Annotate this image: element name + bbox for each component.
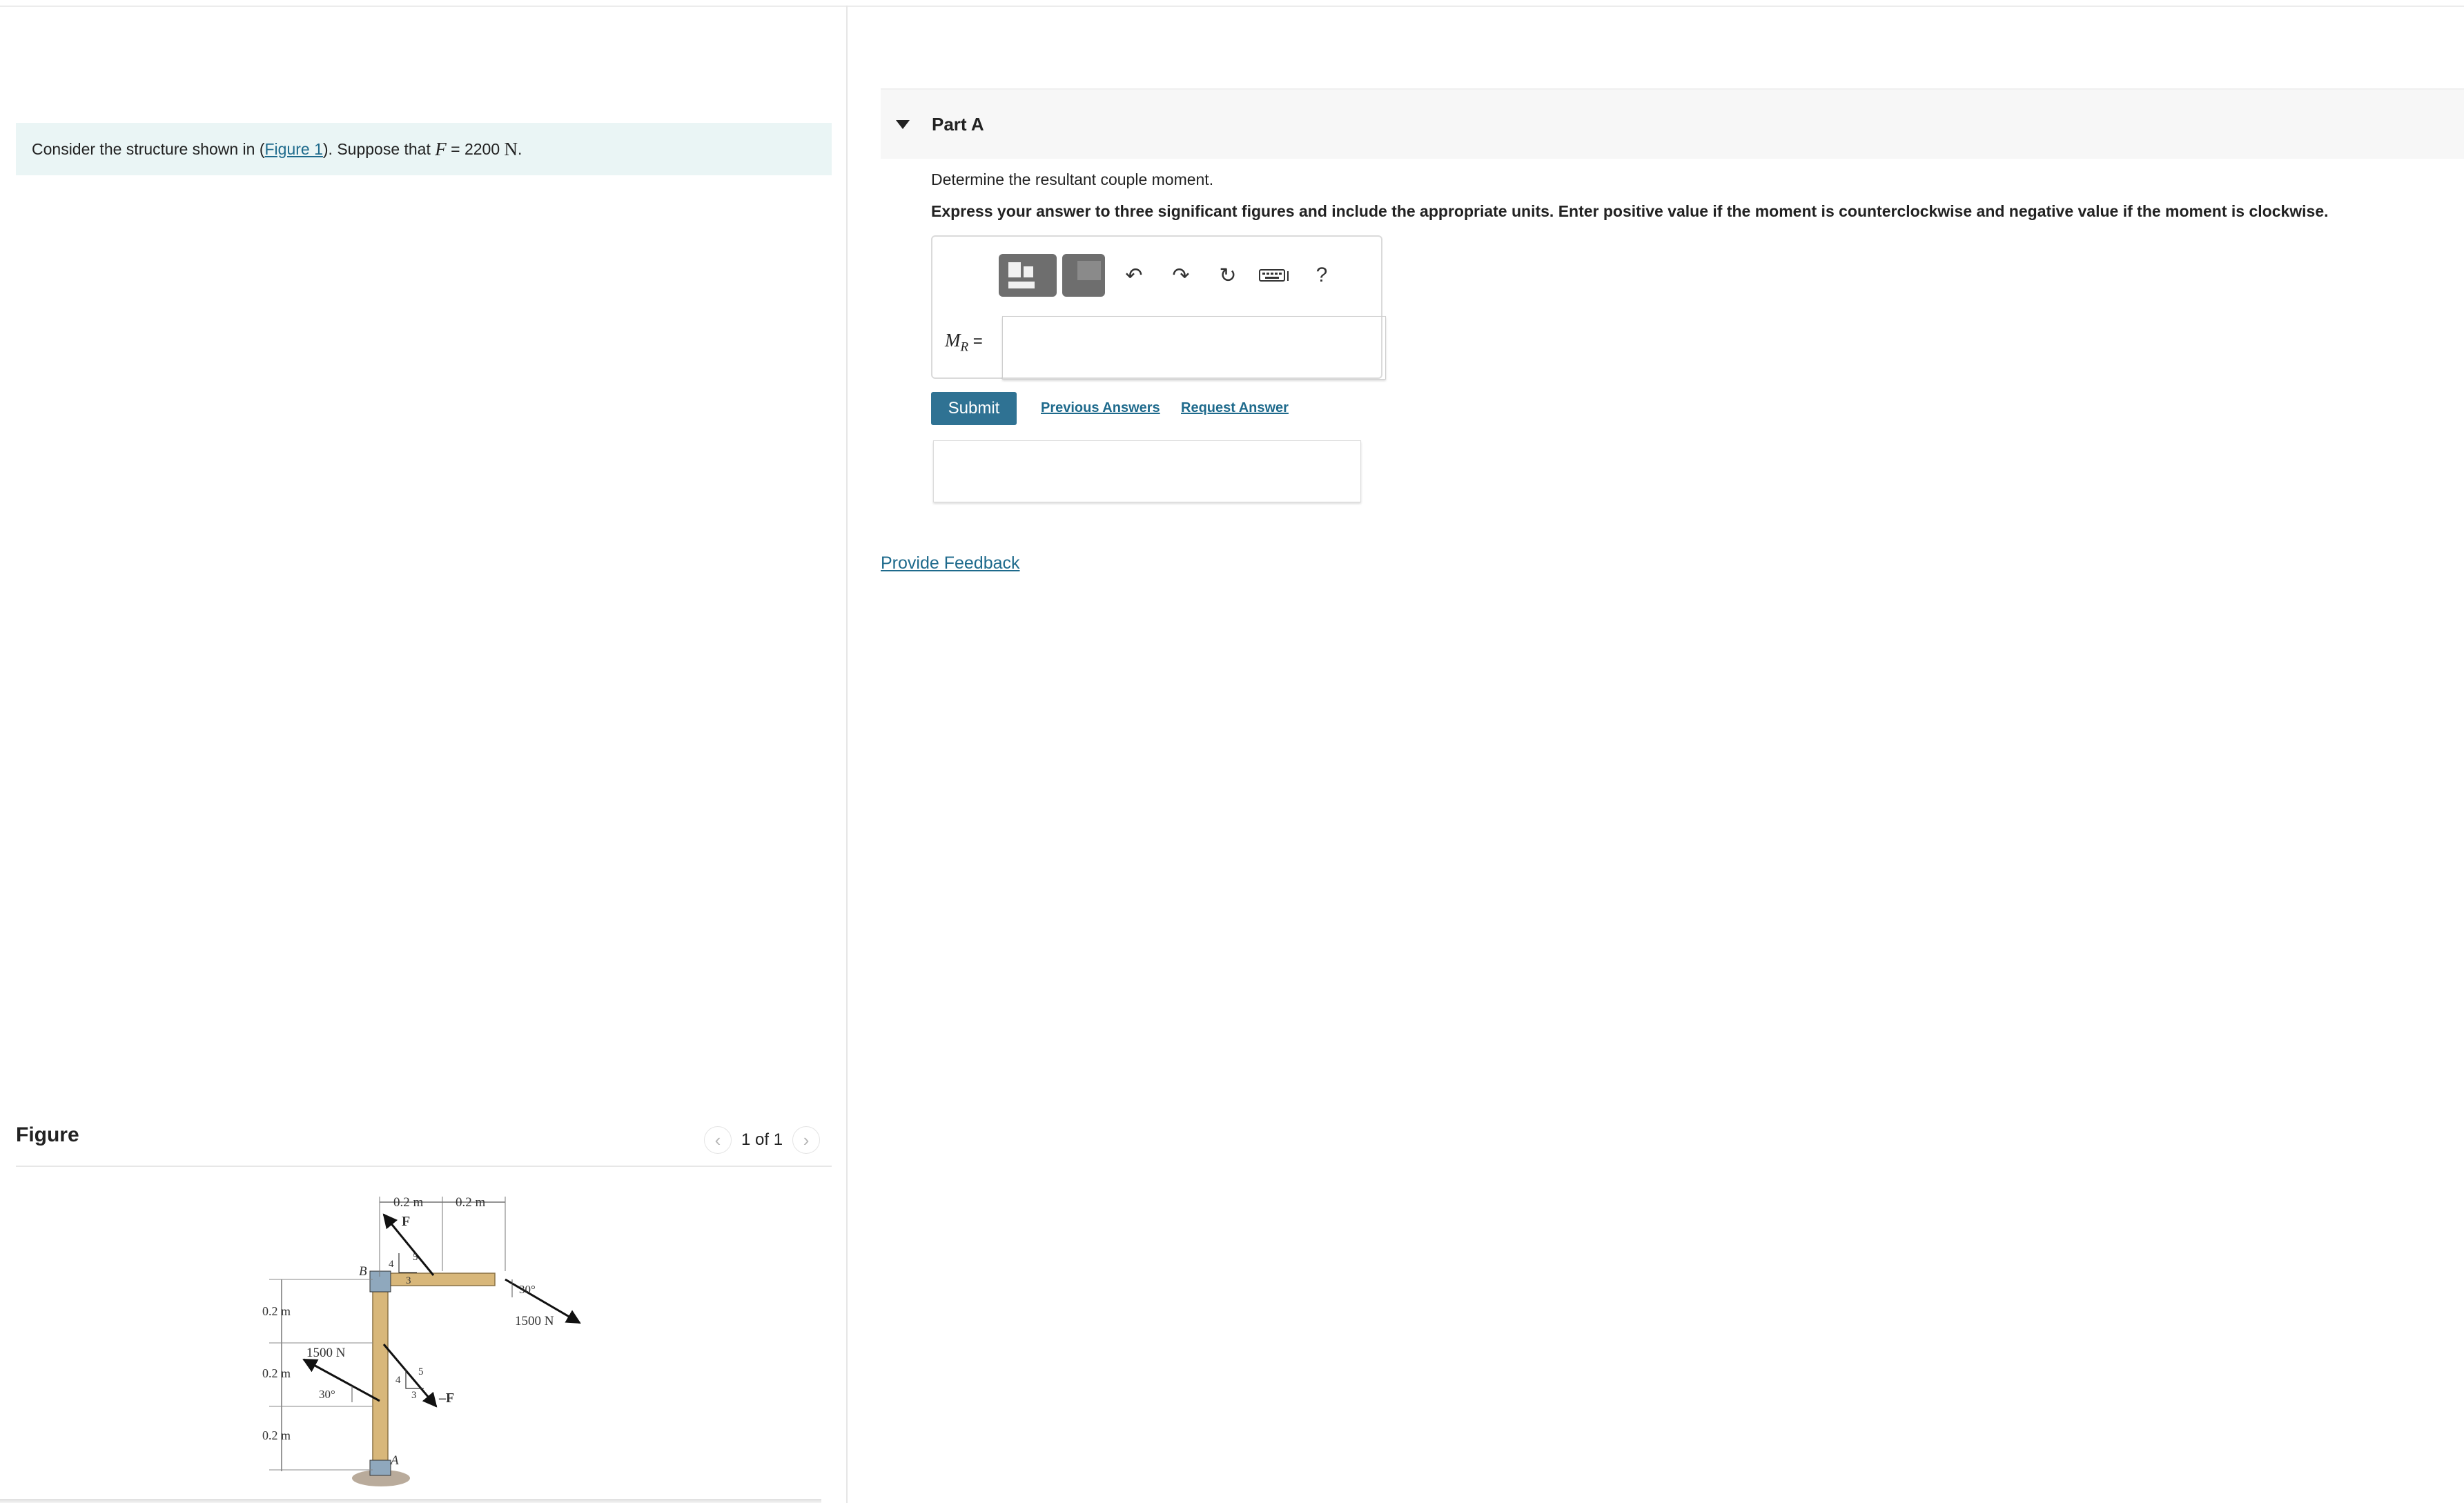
answer-input[interactable] [1002,316,1386,380]
point-b-label: B [359,1264,367,1279]
next-figure-button[interactable]: › [792,1126,821,1154]
angle-left-label: 30° [319,1388,335,1401]
point-a-label: A [389,1453,399,1468]
part-a-header[interactable]: Part A [881,88,2464,159]
chevron-right-icon: › [803,1129,810,1150]
figure-title: Figure [16,1123,79,1146]
chevron-left-icon: ‹ [714,1129,721,1150]
figure-pager: ‹ 1 of 1 › [704,1126,821,1154]
joint-b [369,1270,391,1293]
units-icon[interactable] [1062,254,1105,297]
figure-link[interactable]: Figure 1 [265,140,323,159]
tri-bot-3: 3 [411,1390,417,1401]
question-text: Determine the resultant couple moment. [931,170,1214,188]
provide-feedback-link[interactable]: Provide Feedback [881,553,1020,573]
horizontal-member [372,1273,496,1286]
force-neg-f-arrow [382,1344,438,1408]
problem-end: . [518,139,522,158]
tri-top-5: 5 [413,1252,418,1263]
force-1500-left-arrow [302,1358,380,1402]
dim-top-right-label: 0.2 m [456,1195,486,1210]
answer-symbol: M [945,330,961,351]
vertical-member [372,1273,389,1475]
prev-figure-button[interactable]: ‹ [704,1126,732,1154]
math-toolbar: ↶ ↷ ↻ ? [999,248,1362,302]
part-a-title: Part A [932,113,984,135]
templates-icon[interactable] [999,254,1057,297]
dim-left-2-label: 0.2 m [262,1366,291,1380]
previous-answers-link[interactable]: Previous Answers [1041,400,1160,416]
answer-label: MR = [945,330,983,355]
scroll-shadow [0,1499,821,1503]
tri-top-3: 3 [406,1275,411,1286]
reset-icon[interactable]: ↻ [1204,254,1251,297]
tri-bot-4: 4 [395,1375,401,1386]
angle-right-label: 30° [519,1283,536,1296]
pane-divider [846,6,848,1503]
help-icon[interactable]: ? [1298,254,1345,297]
force-unit: N [504,138,518,159]
collapse-caret-icon[interactable] [896,119,910,129]
force-equals: = 2200 [446,139,505,158]
dim-left-1-label: 0.2 m [262,1304,291,1318]
structure-figure: 0.2 m 0.2 m F 4 3 5 B 30° 1500 N 0.2 m 0… [262,1195,581,1486]
problem-text-before: Consider the structure shown in ( [32,139,265,158]
problem-statement: Consider the structure shown in (Figure … [16,123,832,175]
answer-equals: = [968,332,983,351]
answer-instructions: Express your answer to three significant… [931,202,2329,220]
keyboard-glyph [1259,269,1289,282]
force-f-label: F [402,1214,410,1229]
undo-icon[interactable]: ↶ [1111,254,1157,297]
problem-text-after: ). Suppose that [322,139,436,158]
figure-page-count: 1 of 1 [741,1130,783,1149]
keyboard-icon[interactable] [1251,254,1298,297]
request-answer-link[interactable]: Request Answer [1181,400,1289,416]
force-variable: F [435,138,447,159]
force-1500-left-label: 1500 N [306,1346,346,1360]
dim-left-3-label: 0.2 m [262,1428,291,1442]
answer-feedback-box [933,440,1361,502]
tri-bot-5: 5 [418,1366,424,1377]
support-a [369,1460,391,1476]
force-1500-right-label: 1500 N [515,1314,554,1328]
tri-top-4: 4 [389,1259,394,1270]
dim-top-left-label: 0.2 m [393,1195,424,1210]
figure-divider [16,1166,832,1167]
redo-icon[interactable]: ↷ [1157,254,1204,297]
submit-button[interactable]: Submit [931,392,1017,425]
top-border [0,0,2464,7]
answer-subscript: R [960,340,969,355]
force-neg-f-label: –F [438,1391,454,1406]
